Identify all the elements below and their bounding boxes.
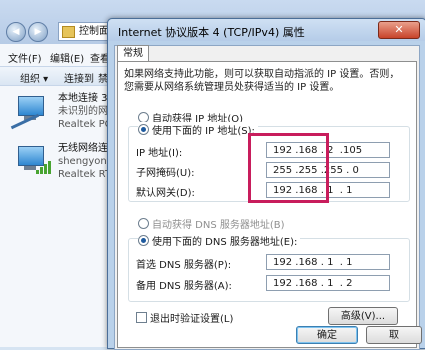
menu-edit[interactable]: 编辑(E) — [50, 50, 84, 65]
back-button[interactable]: ◀ — [6, 22, 26, 42]
connection-status: 未识别的网 — [58, 106, 108, 117]
connection-item-wireless[interactable]: 无线网络连 shengyong Realtek RT — [16, 142, 116, 192]
radio-label: 自动获得 DNS 服务器地址(B) — [152, 220, 285, 231]
radio-ip-manual[interactable]: 使用下面的 IP 地址(S): — [138, 122, 258, 137]
radio-dns-auto[interactable]: 自动获得 DNS 服务器地址(B) — [138, 216, 285, 231]
preferred-dns-label: 首选 DNS 服务器(P): — [136, 260, 232, 271]
radio-dot — [138, 218, 149, 229]
radio-dns-manual[interactable]: 使用下面的 DNS 服务器地址(E): — [138, 233, 301, 248]
checkbox-label: 退出时验证设置(L) — [150, 314, 234, 325]
subnet-mask-label: 子网掩码(U): — [136, 168, 195, 179]
tab-general[interactable]: 常规 — [117, 45, 149, 62]
connection-adapter: Realtek PC — [58, 119, 112, 130]
forward-button[interactable]: ▶ — [28, 22, 48, 42]
radio-label: 使用下面的 IP 地址(S): — [152, 126, 255, 137]
menu-file[interactable]: 文件(F) — [8, 50, 42, 65]
connection-status: shengyong — [58, 156, 114, 167]
connection-item-local[interactable]: 本地连接 3 未识别的网 Realtek PC — [10, 92, 116, 142]
organize-button[interactable]: 组织 ▾ — [20, 70, 48, 85]
close-button[interactable]: ✕ — [378, 21, 420, 39]
ok-button[interactable]: 确定 — [296, 326, 358, 344]
ethernet-adapter-icon — [10, 96, 46, 130]
radio-dot — [138, 124, 149, 135]
cancel-button[interactable]: 取 — [366, 326, 422, 344]
preferred-dns-field[interactable]: 192 .168 . 1 . 1 — [266, 254, 390, 270]
general-tab-panel: 如果网络支持此功能，则可以获取自动指派的 IP 设置。否则，您需要从网络系统管理… — [117, 61, 417, 348]
checkbox-box — [136, 312, 147, 323]
annotation-highlight-box — [248, 133, 329, 203]
validate-on-exit-checkbox[interactable]: 退出时验证设置(L) — [136, 310, 233, 325]
connect-to-button[interactable]: 连接到 — [64, 70, 94, 85]
wireless-adapter-icon — [16, 146, 51, 174]
gateway-label: 默认网关(D): — [136, 188, 195, 199]
radio-label: 使用下面的 DNS 服务器地址(E): — [152, 237, 298, 248]
address-text: 控制面 — [79, 26, 109, 37]
connection-adapter: Realtek RT — [58, 169, 111, 180]
control-panel-icon — [62, 26, 75, 38]
advanced-button[interactable]: 高级(V)... — [328, 307, 398, 325]
intro-text: 如果网络支持此功能，则可以获取自动指派的 IP 设置。否则，您需要从网络系统管理… — [124, 69, 400, 93]
connection-name: 无线网络连 — [58, 143, 108, 154]
ip-address-label: IP 地址(I): — [136, 148, 183, 159]
dialog-title: Internet 协议版本 4 (TCP/IPv4) 属性 — [118, 26, 305, 39]
radio-dot — [138, 235, 149, 246]
connection-name: 本地连接 3 — [58, 93, 108, 104]
alternate-dns-field[interactable]: 192 .168 . 1 . 2 — [266, 275, 390, 291]
alternate-dns-label: 备用 DNS 服务器(A): — [136, 281, 232, 292]
dialog-titlebar: Internet 协议版本 4 (TCP/IPv4) 属性 ✕ — [108, 19, 425, 41]
